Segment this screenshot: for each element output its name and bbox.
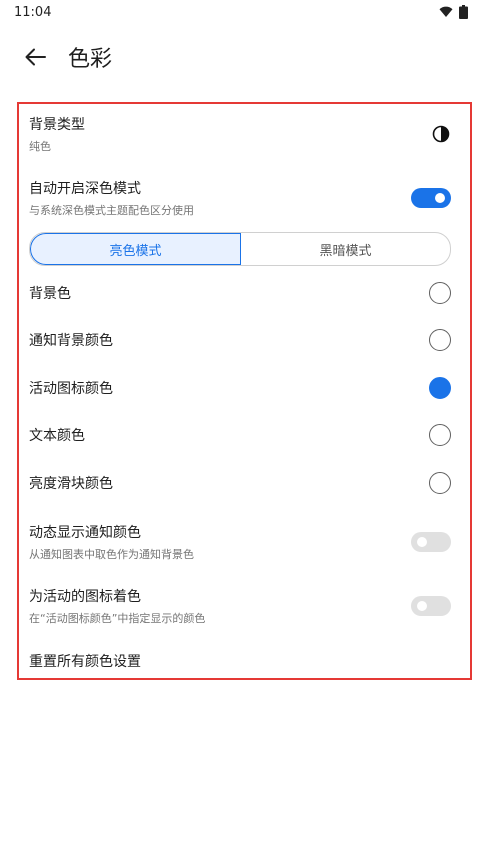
color-label: 文本颜色 [29,428,85,444]
tab-light-mode[interactable]: 亮色模式 [30,233,241,265]
color-row-text[interactable]: 文本颜色 [29,424,451,446]
reset-colors-label: 重置所有颜色设置 [29,654,141,670]
status-bar: 11:04 [0,0,480,24]
color-radio[interactable] [429,377,451,399]
color-row-active-icon[interactable]: 活动图标颜色 [29,377,451,399]
background-type-label: 背景类型 [29,117,85,133]
auto-dark-toggle[interactable] [411,188,451,208]
color-label: 亮度滑块颜色 [29,476,113,492]
battery-icon [459,5,468,19]
auto-dark-sub: 与系统深色模式主题配色区分使用 [29,204,194,217]
color-radio[interactable] [429,329,451,351]
tab-dark-mode[interactable]: 黑暗模式 [241,233,450,265]
arrow-left-icon [25,48,46,66]
dynamic-notify-toggle[interactable] [411,532,451,552]
background-type-value: 纯色 [29,140,51,153]
auto-dark-row[interactable]: 自动开启深色模式 与系统深色模式主题配色区分使用 [29,178,451,218]
color-radio[interactable] [429,282,451,304]
color-label: 通知背景颜色 [29,333,113,349]
back-button[interactable] [22,44,48,70]
color-label: 活动图标颜色 [29,381,113,397]
color-row-brightness-slider[interactable]: 亮度滑块颜色 [29,472,451,494]
color-radio[interactable] [429,472,451,494]
reset-colors-row[interactable]: 重置所有颜色设置 [29,651,451,671]
auto-dark-label: 自动开启深色模式 [29,181,141,197]
background-type-row[interactable]: 背景类型 纯色 [29,114,451,154]
app-bar: 色彩 [0,24,480,90]
dynamic-notify-row[interactable]: 动态显示通知颜色 从通知图表中取色作为通知背景色 [29,522,451,562]
wifi-icon [439,6,453,17]
color-radio[interactable] [429,424,451,446]
tint-icons-toggle[interactable] [411,596,451,616]
tint-icons-label: 为活动的图标着色 [29,589,141,605]
color-row-notification-bg[interactable]: 通知背景颜色 [29,329,451,351]
tint-icons-sub: 在“活动图标颜色”中指定显示的颜色 [29,612,206,625]
status-icons [439,5,468,19]
color-row-background[interactable]: 背景色 [29,282,451,304]
dynamic-notify-label: 动态显示通知颜色 [29,525,141,541]
tint-icons-row[interactable]: 为活动的图标着色 在“活动图标颜色”中指定显示的颜色 [29,586,451,626]
dynamic-notify-sub: 从通知图表中取色作为通知背景色 [29,548,194,561]
contrast-icon [431,124,451,144]
page-title: 色彩 [68,47,113,72]
status-time: 11:04 [14,4,52,20]
mode-segmented-control: 亮色模式 黑暗模式 [29,232,451,266]
color-label: 背景色 [29,286,71,302]
